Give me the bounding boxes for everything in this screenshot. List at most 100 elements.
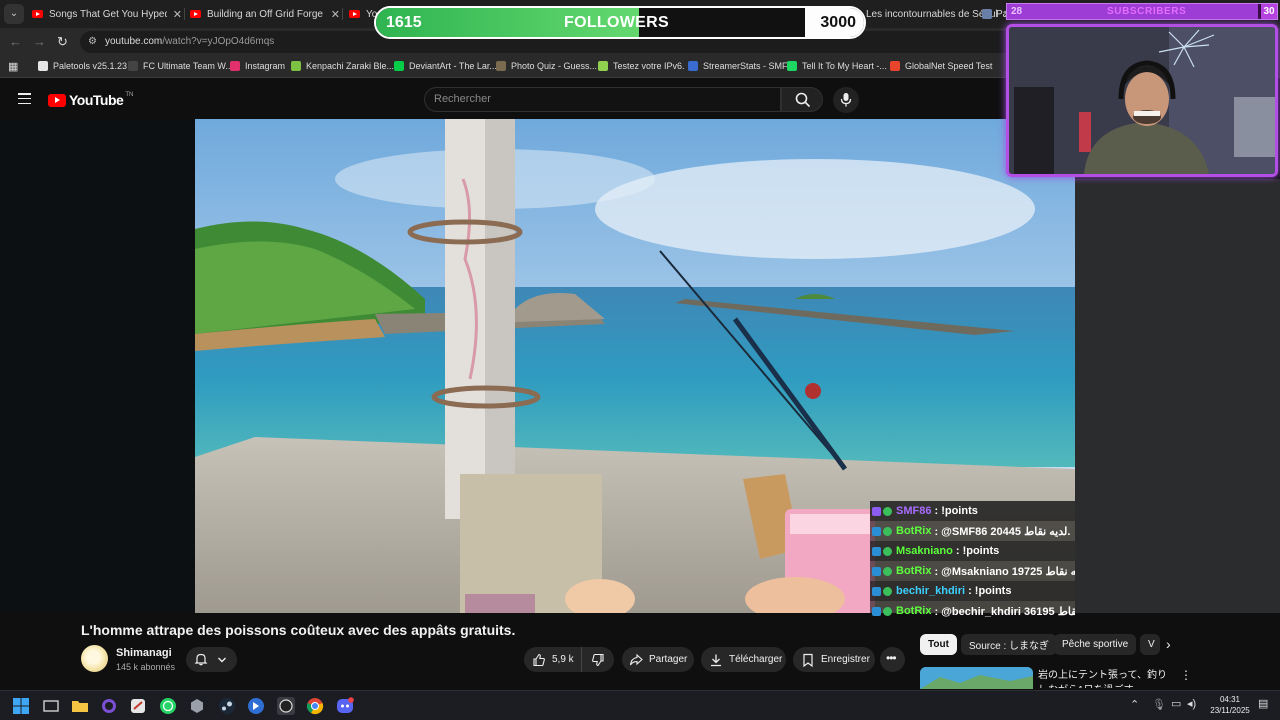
bookmark-label: Testez votre IPv6. <box>613 61 685 71</box>
bookmark-item[interactable]: FC Ultimate Team W... <box>128 61 233 71</box>
file-explorer-icon[interactable] <box>71 697 89 715</box>
chat-text: : !points <box>934 505 978 517</box>
steam-icon[interactable] <box>218 697 236 715</box>
chat-badge-icon <box>872 586 881 596</box>
chat-message: Msakniano: !points <box>870 541 1075 561</box>
chat-text: : !points <box>968 585 1012 597</box>
recommended-video-title[interactable]: 岩の上にテント張って、釣りしながら1日を過ごす <box>1038 668 1173 688</box>
filter-chip[interactable]: Source : しまなぎ <box>961 634 1058 655</box>
snipping-tool-icon[interactable] <box>129 697 147 715</box>
discord-icon[interactable] <box>336 697 354 715</box>
verified-badge-icon <box>883 606 892 616</box>
channel-name[interactable]: Shimanagi <box>116 647 172 659</box>
filter-chip[interactable]: V <box>1140 634 1160 655</box>
verified-badge-icon <box>883 506 892 516</box>
bookmark-item[interactable]: GlobalNet Speed Test <box>890 61 992 71</box>
search-button[interactable] <box>781 87 823 112</box>
tab-title: Building an Off Grid Forge on <box>207 8 325 20</box>
stream-side-background <box>1075 179 1280 613</box>
filter-chip[interactable]: Pêche sportive <box>1054 634 1137 655</box>
chat-badge-icon <box>872 606 881 616</box>
reload-icon[interactable]: ↻ <box>57 34 68 50</box>
volume-icon[interactable]: ◂) <box>1187 697 1196 710</box>
network-icon[interactable]: ▭ <box>1171 697 1181 710</box>
channel-subscriber-count: 145 k abonnés <box>116 662 176 672</box>
bookmark-item[interactable]: Instagram <box>230 61 285 71</box>
youtube-play-icon <box>48 93 66 107</box>
dislike-button[interactable] <box>581 647 614 672</box>
back-icon[interactable]: ← <box>9 34 22 49</box>
subscribers-goal-bar: 28 SUBSCRIBERS 30 <box>1006 3 1278 20</box>
search-input[interactable] <box>434 93 764 105</box>
bookmark-favicon-icon <box>890 61 900 71</box>
chat-badge-icon <box>872 526 881 536</box>
obs-icon[interactable] <box>277 697 295 715</box>
close-tab-icon[interactable]: ✕ <box>331 8 340 21</box>
menu-icon[interactable] <box>18 93 31 105</box>
notification-bell-icon[interactable]: ▤ <box>1258 697 1268 710</box>
microphone-tray-icon[interactable]: 🎙 <box>1152 698 1166 711</box>
bookmark-item[interactable]: DeviantArt - The Lar... <box>394 61 497 71</box>
bell-icon <box>194 653 208 666</box>
system-clock[interactable]: 04:31 23/11/2025 <box>1207 694 1253 716</box>
save-button[interactable]: Enregistrer <box>793 647 875 672</box>
search-field[interactable] <box>424 87 781 112</box>
game-launcher-icon[interactable] <box>247 697 265 715</box>
notifications-button[interactable] <box>186 647 237 672</box>
site-info-icon[interactable]: ⚙ <box>88 36 100 48</box>
thumbs-down-icon <box>592 653 604 666</box>
stream-chat-overlay: SMF86: !points BotRix: @SMF86 20445 لديه … <box>870 501 1075 618</box>
chat-message: bechir_khdiri: !points <box>870 581 1075 601</box>
verified-badge-icon <box>883 566 892 576</box>
bookmark-favicon-icon <box>598 61 608 71</box>
close-tab-icon[interactable]: ✕ <box>173 8 182 21</box>
bookmark-item[interactable]: Tell It To My Heart -... <box>787 61 887 71</box>
recommended-video-thumbnail[interactable] <box>920 667 1033 689</box>
bookmark-item[interactable]: StreamerStats - SMF... <box>688 61 794 71</box>
tray-chevron-up-icon[interactable]: ⌃ <box>1130 698 1139 711</box>
channel-avatar[interactable] <box>81 645 108 672</box>
bookmark-item[interactable]: Testez votre IPv6. <box>598 61 685 71</box>
whatsapp-icon[interactable] <box>159 697 177 715</box>
youtube-logo[interactable]: YouTube TN <box>48 92 133 108</box>
bookmark-icon <box>803 653 813 667</box>
bookmark-favicon-icon <box>787 61 797 71</box>
voice-search-button[interactable] <box>833 87 859 113</box>
filter-chip[interactable]: Tout <box>920 634 957 655</box>
app-icon[interactable] <box>188 697 206 715</box>
more-actions-button[interactable]: ••• <box>880 647 905 672</box>
chat-username: BotRix <box>896 525 932 537</box>
tab-search-button[interactable]: ⌄ <box>4 4 24 24</box>
forward-icon[interactable]: → <box>33 34 46 49</box>
followers-goal: 3000 <box>820 14 856 31</box>
chat-text: : @SMF86 20445 لديه نقاط. <box>934 525 1071 538</box>
chat-badge-icon <box>872 566 881 576</box>
download-button[interactable]: Télécharger <box>701 647 786 672</box>
bookmark-favicon-icon <box>230 61 240 71</box>
search-icon <box>795 92 811 108</box>
bookmark-favicon-icon <box>496 61 506 71</box>
clock-time: 04:31 <box>1219 695 1241 704</box>
share-icon <box>629 653 643 665</box>
chevron-right-icon[interactable]: › <box>1166 636 1171 652</box>
chat-text: : !points <box>955 545 1000 557</box>
bookmark-item[interactable]: Paletools v25.1.23 <box>38 61 127 71</box>
browser-tab[interactable]: Songs That Get You Hyped Up ✕ <box>32 3 182 25</box>
windows-start-icon[interactable] <box>12 697 30 715</box>
chat-username: BotRix <box>896 605 932 617</box>
bookmark-item[interactable]: Photo Quiz - Guess... <box>496 61 597 71</box>
chat-message: BotRix: @Msakniano 19725 لديه نقاط. <box>870 561 1075 581</box>
browser-tab[interactable]: Building an Off Grid Forge on ✕ <box>190 3 340 25</box>
youtube-favicon-icon <box>32 10 43 18</box>
followers-goal-bar: 1615 FOLLOWERS 3000 <box>374 6 866 39</box>
like-button[interactable]: 5,9 k <box>524 647 581 672</box>
share-button[interactable]: Partager <box>622 647 694 672</box>
chrome-icon[interactable] <box>306 697 324 715</box>
tab-title: Songs That Get You Hyped Up <box>49 8 167 20</box>
apps-grid-icon[interactable]: ▦ <box>8 60 18 73</box>
kebab-menu-icon[interactable]: ⋮ <box>1180 668 1192 682</box>
bookmark-label: DeviantArt - The Lar... <box>409 61 497 71</box>
cortana-icon[interactable] <box>100 697 118 715</box>
bookmark-item[interactable]: Kenpachi Zaraki Ble... <box>291 61 394 71</box>
task-view-icon[interactable] <box>42 697 60 715</box>
